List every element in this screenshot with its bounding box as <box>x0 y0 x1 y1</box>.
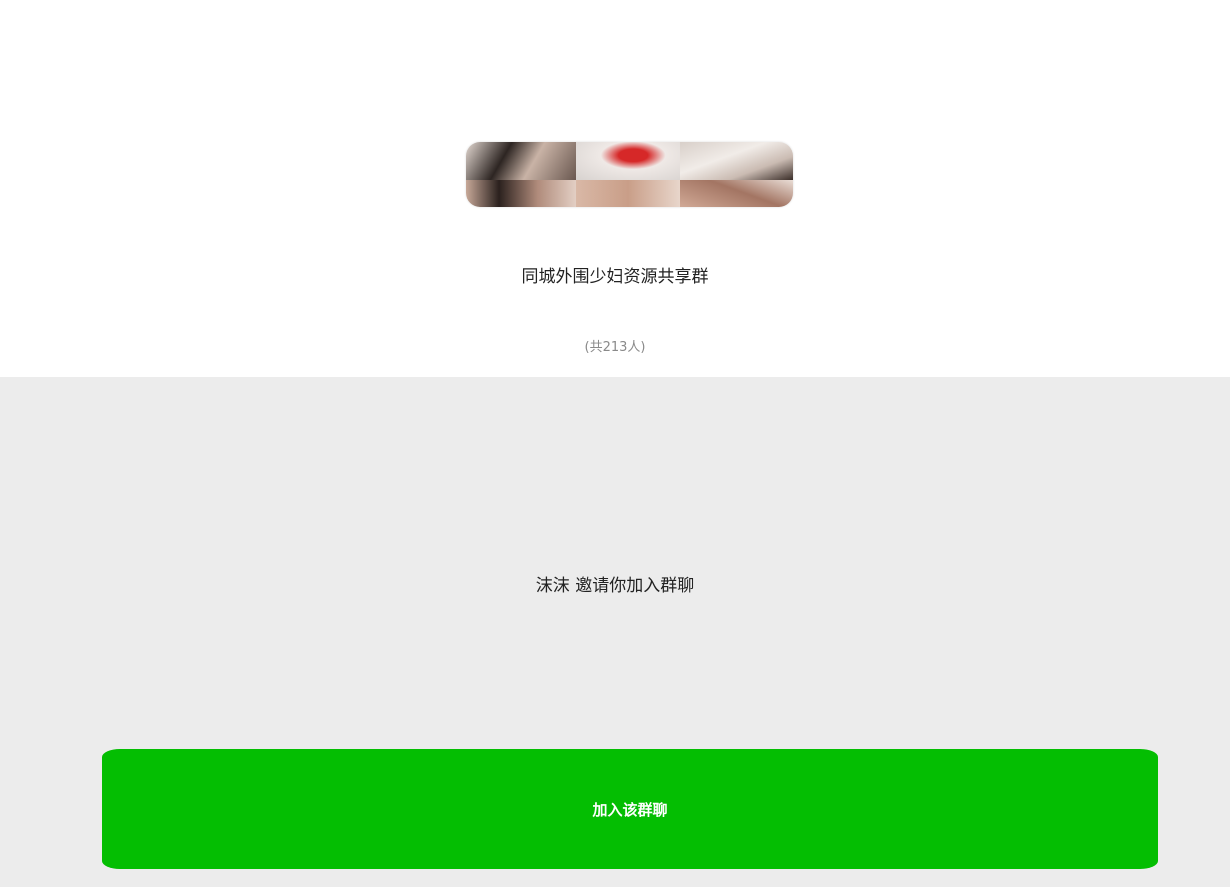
group-invite-page: 同城外围少妇资源共享群 (共213人) 沫沫 邀请你加入群聊 加入该群聊 <box>0 0 1230 887</box>
join-group-label: 加入该群聊 <box>592 800 668 819</box>
member-count: (共213人) <box>584 340 646 355</box>
avatar-tile <box>466 180 576 207</box>
avatar-tile <box>576 180 680 207</box>
group-name: 同城外围少妇资源共享群 <box>521 267 709 287</box>
join-group-button[interactable]: 加入该群聊 <box>102 749 1158 869</box>
invite-message: 沫沫 邀请你加入群聊 <box>535 576 695 596</box>
group-info-panel: 同城外围少妇资源共享群 (共213人) <box>0 0 1230 377</box>
avatar-tile <box>680 142 793 180</box>
group-avatar <box>466 142 793 207</box>
avatar-tile <box>680 180 793 207</box>
avatar-tile <box>576 142 680 180</box>
avatar-tile <box>466 142 576 180</box>
